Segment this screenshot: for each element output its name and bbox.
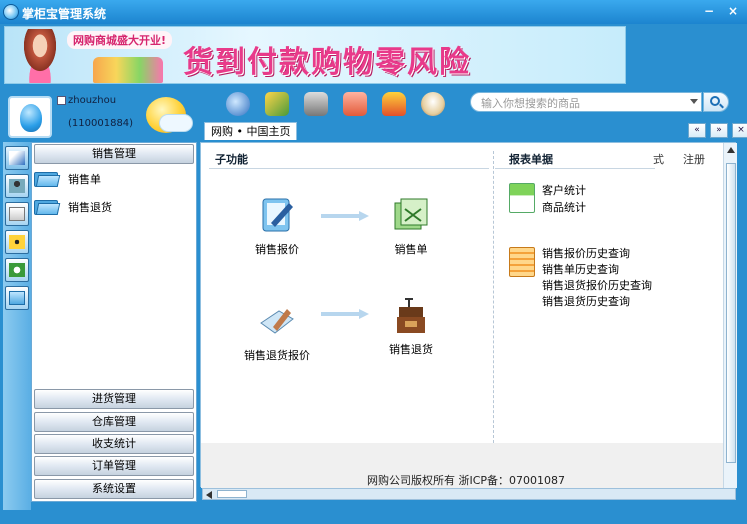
app-logo-icon: [3, 4, 19, 20]
cloud-icon: [160, 115, 192, 131]
search-button[interactable]: [703, 92, 729, 112]
search-box: [470, 92, 702, 112]
shopping-bag-image: [93, 57, 163, 83]
report-link-order-history[interactable]: 销售单历史查询: [542, 261, 619, 277]
sub-functions-header: 子功能: [209, 151, 489, 169]
flow-arrow-icon: [321, 309, 369, 319]
sidebar-item-sales-return[interactable]: 销售退货: [34, 197, 112, 217]
globe-icon[interactable]: [226, 92, 250, 116]
ad-banner[interactable]: 网购商城盛大开业! 货到付款购物零风险: [4, 26, 626, 84]
section-warehouse-management[interactable]: 仓库管理: [34, 412, 194, 432]
sales-return-quote-button[interactable]: 销售退货报价: [237, 301, 317, 363]
toolbar: [226, 92, 445, 116]
tab-prev-button[interactable]: «: [688, 123, 706, 138]
report-link-product-stats[interactable]: 商品统计: [542, 199, 586, 215]
folder-module-button[interactable]: [5, 286, 29, 310]
username: zhouzhou: [68, 95, 117, 106]
online-status-checkbox[interactable]: [57, 96, 66, 105]
weather-icon[interactable]: [146, 97, 192, 137]
folder-pen-icon: [9, 151, 25, 165]
minimize-button[interactable]: −: [701, 4, 717, 18]
sidebar-item-sales-order[interactable]: 销售单: [34, 169, 101, 189]
coffee-icon[interactable]: [421, 92, 445, 116]
search-dropdown-icon[interactable]: [690, 99, 698, 104]
scroll-thumb[interactable]: [217, 490, 247, 498]
user-avatar[interactable]: [8, 96, 52, 138]
sidebar-item-label: 销售退货: [68, 201, 112, 214]
sales-quote-button[interactable]: 销售报价: [237, 195, 317, 257]
scroll-thumb[interactable]: [726, 163, 736, 463]
sales-order-button[interactable]: 销售单: [371, 195, 451, 257]
brush-icon[interactable]: [265, 92, 289, 116]
tab-next-button[interactable]: »: [710, 123, 728, 138]
sales-return-button[interactable]: 销售退货: [371, 295, 451, 357]
camera-icon[interactable]: [304, 92, 328, 116]
header-link-partial[interactable]: 式: [653, 151, 664, 167]
sales-order-icon: [391, 195, 431, 235]
banner-small-text: 网购商城盛大开业!: [67, 31, 173, 49]
sales-module-button[interactable]: [5, 146, 29, 170]
mail-icon[interactable]: [343, 92, 367, 116]
flow-arrow-icon: [321, 211, 369, 221]
close-button[interactable]: ×: [725, 4, 741, 18]
coffee-grinder-icon: [391, 295, 431, 335]
module-icon-strip: [3, 142, 31, 510]
section-system-settings[interactable]: 系统设置: [34, 479, 194, 499]
title-bar: 掌柜宝管理系统 − ×: [0, 0, 747, 24]
report-link-quote-history[interactable]: 销售报价历史查询: [542, 245, 630, 261]
function-label: 销售报价: [255, 243, 299, 256]
folder-icon: [9, 291, 25, 305]
folder-icon: [34, 170, 61, 188]
tab-nav-buttons: « » ×: [688, 123, 747, 138]
banner-headline: 货到付款购物零风险: [183, 45, 471, 80]
penguin-icon: [20, 104, 42, 132]
function-label: 销售退货: [389, 343, 433, 356]
folder-icon: [34, 198, 61, 216]
sidebar-panel: 销售管理 销售单 销售退货 进货管理 仓库管理 收支统计 订单管理 系统设置: [31, 142, 197, 502]
copyright-footer: 网购公司版权所有 浙ICP备：07001087: [367, 474, 566, 487]
scroll-left-icon[interactable]: [206, 491, 212, 499]
section-income-expense-stats[interactable]: 收支统计: [34, 434, 194, 454]
search-input[interactable]: [481, 96, 681, 110]
sidebar-item-label: 销售单: [68, 173, 101, 186]
tab-close-button[interactable]: ×: [732, 123, 747, 138]
user-id: (110001884): [68, 118, 134, 129]
main-content: 子功能 报表单据 式 注册 销售报价 销售单 销售退货报价 销售退货 客户统计 …: [200, 142, 737, 488]
email-module-button[interactable]: [5, 258, 29, 282]
reports-header: 报表单据: [495, 151, 655, 169]
documents-module-button[interactable]: [5, 202, 29, 226]
window-title: 掌柜宝管理系统: [22, 7, 107, 21]
document-icon: [9, 207, 25, 221]
report-link-return-quote-history[interactable]: 销售退货报价历史查询: [542, 277, 652, 293]
tab-home[interactable]: 网购 • 中国主页: [204, 122, 298, 140]
vertical-scrollbar[interactable]: [723, 143, 737, 488]
register-link[interactable]: 注册: [683, 151, 705, 167]
return-quote-icon: [257, 301, 297, 341]
horizontal-scrollbar[interactable]: [202, 488, 736, 500]
section-sales-management[interactable]: 销售管理: [34, 144, 194, 164]
report-sheet-icon: [509, 247, 535, 277]
at-sign-icon: [9, 263, 25, 277]
report-link-customer-stats[interactable]: 客户统计: [542, 182, 586, 198]
warning-module-button[interactable]: [5, 230, 29, 254]
report-chart-icon: [509, 183, 535, 213]
quote-pen-icon: [257, 195, 297, 235]
window-controls: − ×: [701, 4, 741, 18]
contacts-module-button[interactable]: [5, 174, 29, 198]
function-label: 销售退货报价: [244, 349, 310, 362]
report-link-return-history[interactable]: 销售退货历史查询: [542, 293, 630, 309]
banner-model-image: [15, 29, 65, 83]
shirt-icon[interactable]: [382, 92, 406, 116]
person-icon: [9, 179, 25, 193]
radiation-icon: [9, 235, 25, 249]
scroll-up-icon[interactable]: [727, 147, 735, 153]
function-label: 销售单: [394, 243, 428, 256]
section-order-management[interactable]: 订单管理: [34, 456, 194, 476]
section-purchase-management[interactable]: 进货管理: [34, 389, 194, 409]
